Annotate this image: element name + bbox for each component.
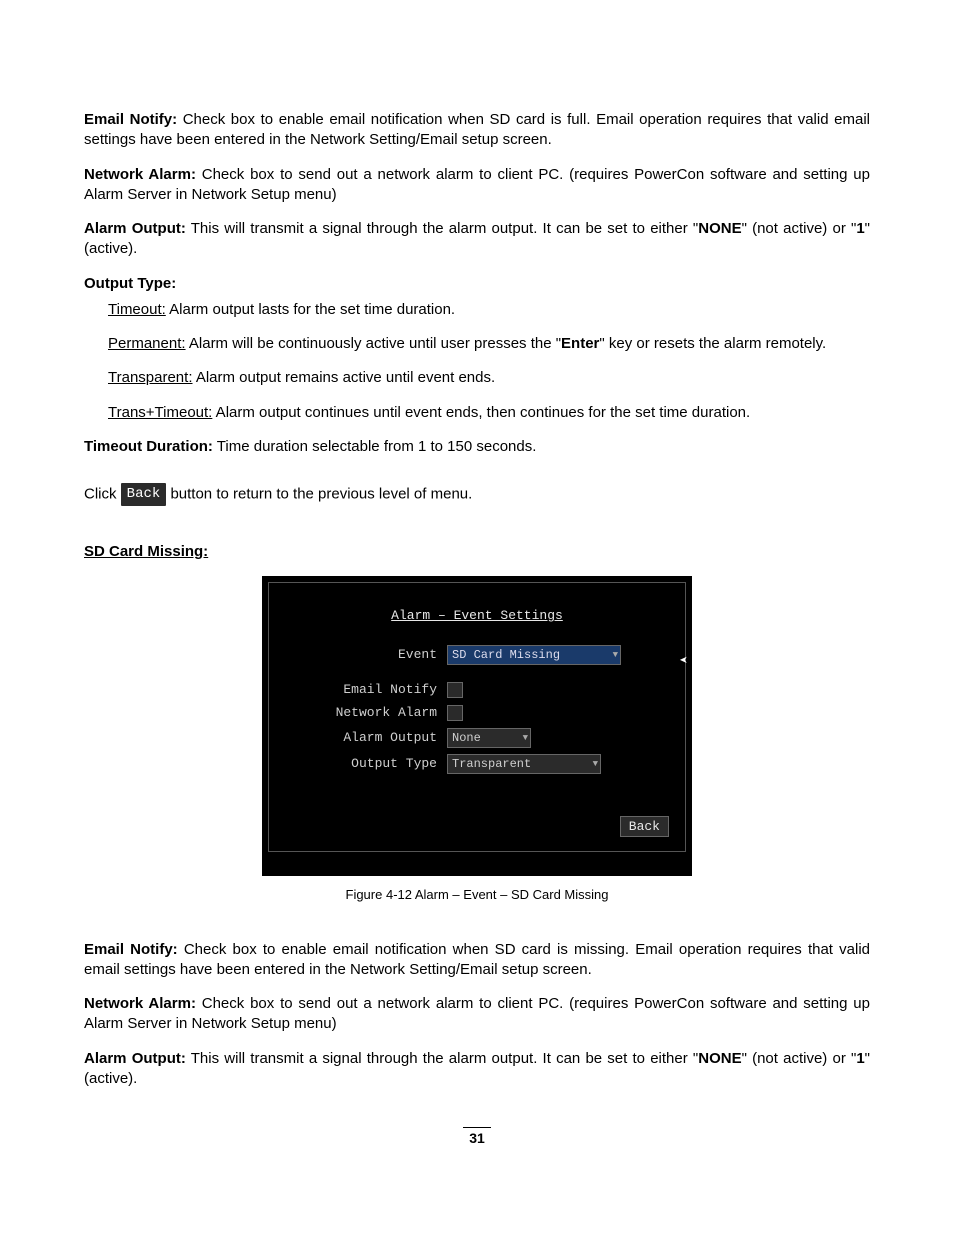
row-output-type: Output Type Transparent ▼: [287, 754, 667, 774]
label-network-alarm: Network Alarm: [287, 704, 447, 722]
cursor-icon: ➤: [679, 653, 687, 672]
option-transparent: Transparent: Alarm output remains active…: [84, 368, 870, 388]
text: Time duration selectable from 1 to 150 s…: [213, 438, 537, 455]
label-output-type: Output Type:: [84, 275, 176, 292]
checkbox-network-alarm[interactable]: [447, 705, 463, 721]
text: Check box to send out a network alarm to…: [84, 166, 870, 203]
paragraph-timeout-duration: Timeout Duration: Time duration selectab…: [84, 437, 870, 457]
text: " (not active) or ": [742, 220, 857, 237]
select-event[interactable]: SD Card Missing ▼: [447, 645, 621, 665]
row-email-notify: Email Notify: [287, 681, 667, 699]
text: " key or resets the alarm remotely.: [599, 335, 826, 352]
label-timeout-duration: Timeout Duration:: [84, 438, 213, 455]
figure-caption: Figure 4-12 Alarm – Event – SD Card Miss…: [84, 886, 870, 904]
panel-title: Alarm – Event Settings: [287, 607, 667, 625]
row-event: Event SD Card Missing ▼: [287, 645, 667, 665]
paragraph-alarm-output-1: Alarm Output: This will transmit a signa…: [84, 219, 870, 260]
event-settings-body: Alarm – Event Settings Event SD Card Mis…: [268, 582, 686, 852]
label-alarm-output: Alarm Output:: [84, 220, 186, 237]
label-network-alarm: Network Alarm:: [84, 995, 196, 1012]
value-none: NONE: [698, 220, 741, 237]
select-output-type-value: Transparent: [452, 756, 531, 772]
paragraph-email-notify-1: Email Notify: Check box to enable email …: [84, 110, 870, 151]
section-heading-sd-card-missing: SD Card Missing:: [84, 542, 870, 562]
text: Alarm will be continuously active until …: [186, 335, 562, 352]
select-alarm-output[interactable]: None ▼: [447, 728, 531, 748]
text: Check box to enable email notification w…: [84, 941, 870, 978]
text: Alarm output lasts for the set time dura…: [166, 301, 455, 318]
label-transparent: Transparent:: [108, 369, 193, 386]
value-none: NONE: [698, 1050, 741, 1067]
option-trans-timeout: Trans+Timeout: Alarm output continues un…: [84, 403, 870, 423]
label-email-notify: Email Notify:: [84, 111, 177, 128]
page-number-value: 31: [463, 1127, 491, 1146]
label-alarm-output: Alarm Output:: [84, 1050, 186, 1067]
label-output-type: Output Type: [287, 755, 447, 773]
value-one: 1: [856, 1050, 864, 1067]
option-permanent: Permanent: Alarm will be continuously ac…: [84, 334, 870, 354]
label-alarm-output: Alarm Output: [287, 729, 447, 747]
row-network-alarm: Network Alarm: [287, 704, 667, 722]
paragraph-email-notify-2: Email Notify: Check box to enable email …: [84, 940, 870, 981]
label-network-alarm: Network Alarm:: [84, 166, 196, 183]
text: Alarm output continues until event ends,…: [212, 404, 750, 421]
select-event-value: SD Card Missing: [452, 647, 560, 663]
back-button-label: Back: [629, 819, 660, 834]
paragraph-alarm-output-2: Alarm Output: This will transmit a signa…: [84, 1049, 870, 1090]
select-output-type[interactable]: Transparent ▼: [447, 754, 601, 774]
back-button-inline: Back: [121, 483, 167, 506]
text: Alarm output remains active until event …: [193, 369, 496, 386]
panel-footer: [268, 852, 686, 866]
label-timeout: Timeout:: [108, 301, 166, 318]
text: " (not active) or ": [742, 1050, 857, 1067]
label-permanent: Permanent:: [108, 335, 186, 352]
document-page: Email Notify: Check box to enable email …: [0, 0, 954, 1188]
value-one: 1: [856, 220, 864, 237]
paragraph-output-type: Output Type:: [84, 274, 870, 294]
paragraph-network-alarm-2: Network Alarm: Check box to send out a n…: [84, 994, 870, 1035]
label-event: Event: [287, 646, 447, 664]
key-enter: Enter: [561, 335, 599, 352]
chevron-down-icon: ▼: [593, 758, 598, 770]
paragraph-click-back: Click Back button to return to the previ…: [84, 483, 870, 506]
text: This will transmit a signal through the …: [186, 1050, 698, 1067]
text: Check box to enable email notification w…: [84, 111, 870, 148]
row-alarm-output: Alarm Output None ▼: [287, 728, 667, 748]
text: Check box to send out a network alarm to…: [84, 995, 870, 1032]
label-trans-timeout: Trans+Timeout:: [108, 404, 212, 421]
text: Click: [84, 485, 121, 502]
chevron-down-icon: ▼: [523, 732, 528, 744]
chevron-down-icon: ▼: [613, 649, 618, 661]
label-email-notify: Email Notify:: [84, 941, 178, 958]
label-email-notify: Email Notify: [287, 681, 447, 699]
option-timeout: Timeout: Alarm output lasts for the set …: [84, 300, 870, 320]
text: This will transmit a signal through the …: [186, 220, 698, 237]
select-alarm-output-value: None: [452, 730, 481, 746]
page-number: 31: [84, 1129, 870, 1148]
back-button[interactable]: Back: [620, 816, 669, 838]
paragraph-network-alarm-1: Network Alarm: Check box to send out a n…: [84, 165, 870, 206]
text: button to return to the previous level o…: [166, 485, 472, 502]
event-settings-panel: Alarm – Event Settings Event SD Card Mis…: [262, 576, 692, 876]
checkbox-email-notify[interactable]: [447, 682, 463, 698]
